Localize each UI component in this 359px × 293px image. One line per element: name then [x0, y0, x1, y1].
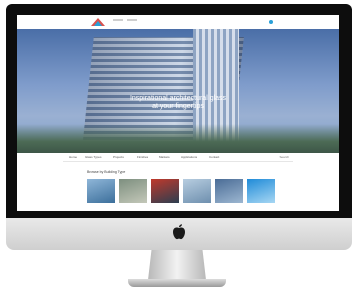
site-header	[17, 15, 339, 30]
imac-mockup: Inspirational architectural glass at you…	[6, 4, 352, 250]
nav-item-projects[interactable]: Projects	[113, 155, 124, 159]
nav-item-applications[interactable]: Applications	[181, 155, 197, 159]
hero-trees	[17, 124, 339, 153]
nav-item-home[interactable]: Home	[69, 155, 77, 159]
monitor-bezel: Inspirational architectural glass at you…	[6, 4, 352, 218]
building-type-thumbnail[interactable]	[119, 179, 147, 203]
building-type-thumbnail[interactable]	[215, 179, 243, 203]
building-type-thumbnail[interactable]	[247, 179, 275, 203]
hero-banner: Inspirational architectural glass at you…	[17, 29, 339, 153]
brand-logo-icon[interactable]	[91, 18, 105, 26]
nav-item-finishes[interactable]: Finishes	[137, 155, 148, 159]
hero-headline-line2: at your fingertips	[152, 103, 204, 110]
monitor-screen: Inspirational architectural glass at you…	[17, 15, 339, 211]
hero-headline-line1: Inspirational architectural glass	[129, 95, 227, 102]
nav-search-link[interactable]: Search	[279, 155, 289, 159]
monitor-stand-base	[128, 279, 226, 287]
header-link[interactable]	[113, 19, 123, 21]
header-link[interactable]	[127, 19, 137, 21]
monitor-chin	[6, 218, 352, 250]
header-menu-icon[interactable]	[269, 20, 273, 24]
nav-item-markets[interactable]: Markets	[159, 155, 170, 159]
site-nav-bar: Home Glass Types Projects Finishes Marke…	[63, 153, 293, 162]
nav-item-contact[interactable]: Contact	[209, 155, 219, 159]
section-title: Browse by Building Type	[87, 170, 126, 174]
building-type-thumbnail[interactable]	[151, 179, 179, 203]
building-type-thumbnail[interactable]	[87, 179, 115, 203]
building-type-thumbnail[interactable]	[183, 179, 211, 203]
monitor-stand-neck	[148, 250, 206, 280]
nav-item-glass-types[interactable]: Glass Types	[85, 155, 101, 159]
apple-logo-icon	[172, 224, 186, 245]
